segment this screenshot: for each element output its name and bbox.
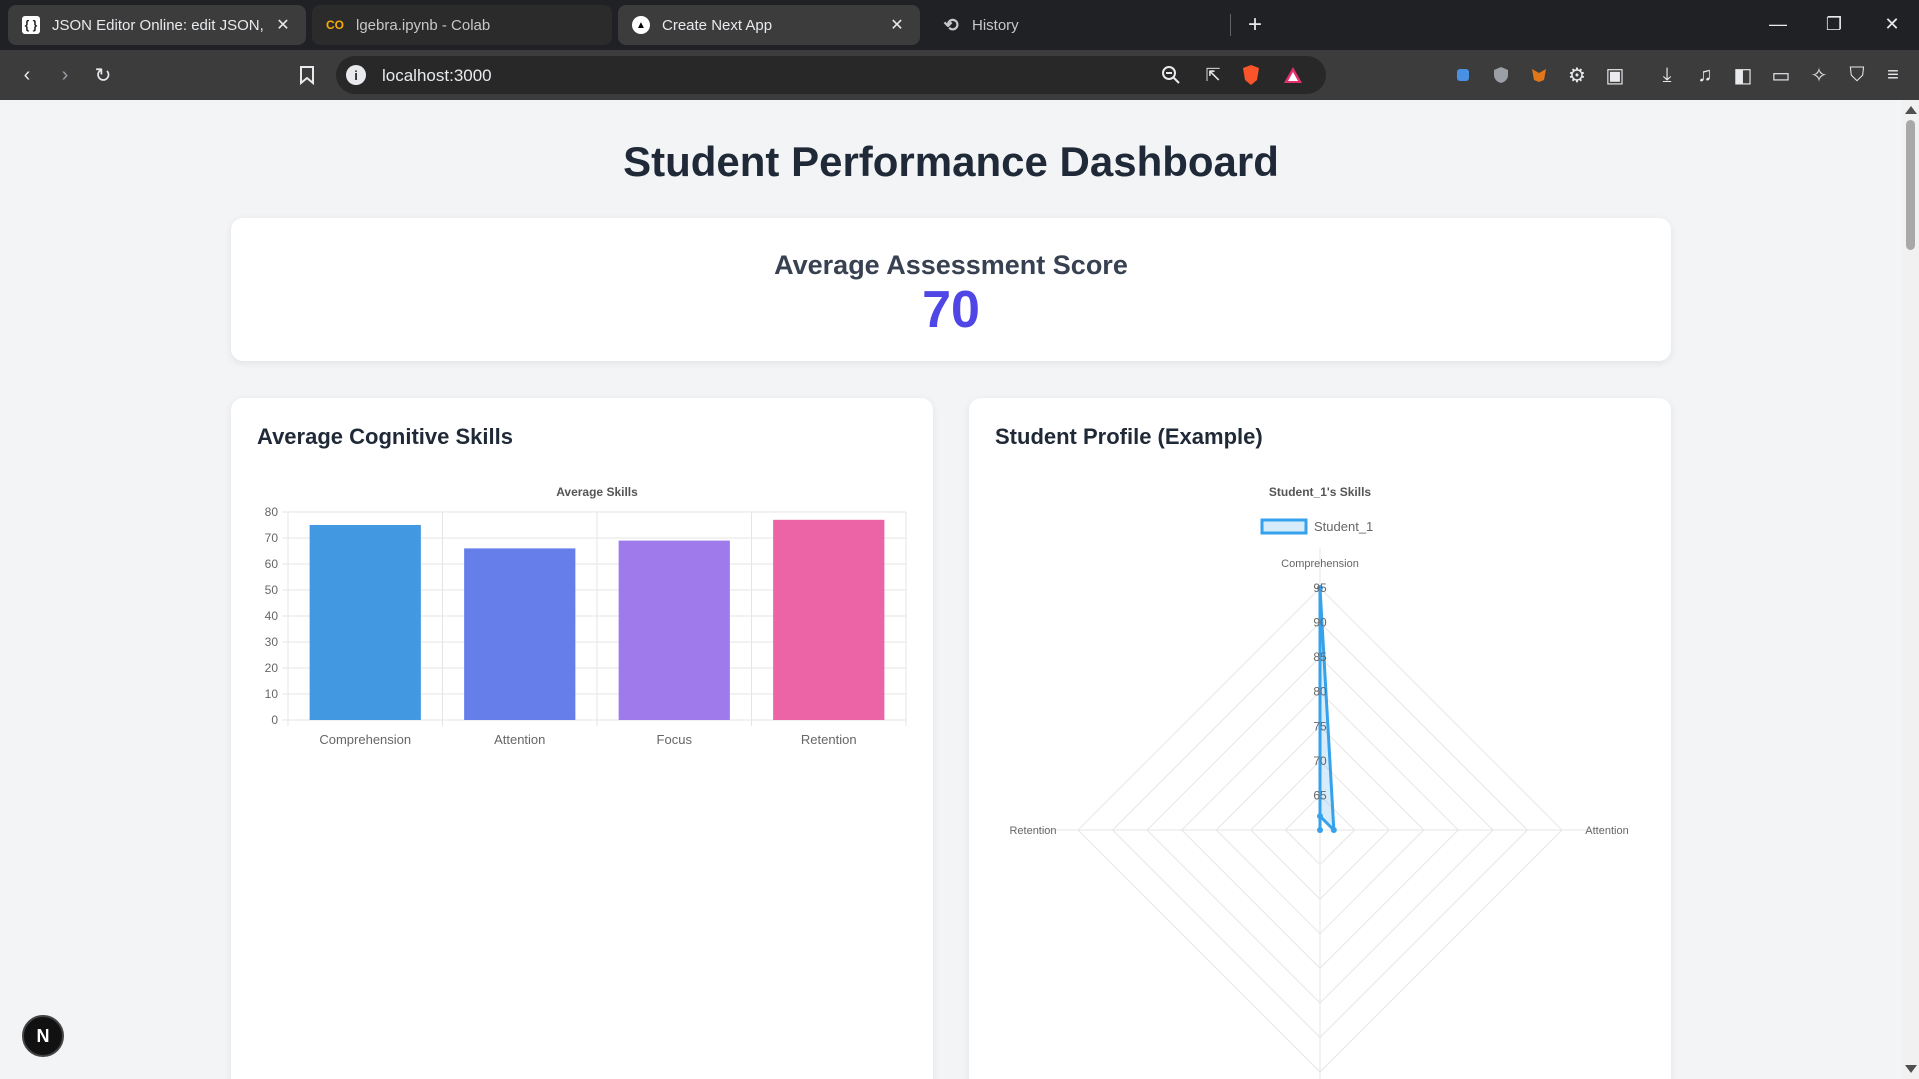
back-icon[interactable]: ‹ [12, 60, 42, 90]
bookmark-icon[interactable] [292, 60, 322, 90]
media-icon[interactable]: ♫ [1690, 60, 1720, 90]
reload-icon[interactable]: ↻ [88, 60, 118, 90]
brave-shields-icon[interactable] [1236, 60, 1266, 90]
radar-axis-label-comprehension: Comprehension [1281, 558, 1359, 570]
y-tick-label: 10 [265, 687, 279, 701]
card-title: Student Profile (Example) [995, 424, 1263, 449]
tab-strip: { } JSON Editor Online: edit JSON, fo ✕ … [0, 0, 1919, 50]
bar-retention [773, 519, 885, 720]
shield-extension-icon[interactable] [1486, 60, 1516, 90]
tab-title: JSON Editor Online: edit JSON, fo [52, 16, 266, 34]
radar-axis-label-attention: Attention [1585, 825, 1628, 837]
extensions-icon[interactable]: ⚙ [1562, 60, 1592, 90]
radar-point [1317, 813, 1323, 820]
vpn-icon[interactable]: ⛉ [1842, 60, 1872, 90]
extension-puzzle-blue-icon[interactable] [1448, 60, 1478, 90]
tab-title: History [972, 16, 1019, 34]
x-tick-label: Comprehension [319, 732, 411, 747]
card-title: Average Cognitive Skills [257, 424, 513, 449]
radial-tick-label: 80 [1313, 685, 1327, 699]
radial-tick-label: 90 [1313, 616, 1327, 630]
site-info-icon[interactable]: i [346, 65, 366, 85]
minimize-icon[interactable]: — [1758, 8, 1798, 40]
download-icon[interactable]: ⤓ [1652, 60, 1682, 90]
average-score-card: Average Assessment Score 70 [231, 218, 1671, 361]
metamask-fox-icon[interactable] [1524, 60, 1554, 90]
close-icon[interactable]: ✕ [274, 16, 292, 34]
cognitive-skills-card: Average Cognitive Skills Average Skills 0… [231, 398, 933, 1079]
tab-create-next-app[interactable]: ▲ Create Next App ✕ [618, 5, 920, 45]
page-title: Student Performance Dashboard [623, 138, 1279, 185]
bar-attention [464, 548, 576, 720]
history-icon: ⟲ [943, 14, 959, 35]
y-tick-label: 50 [265, 583, 279, 597]
close-window-icon[interactable]: ✕ [1872, 8, 1912, 40]
y-tick-label: 40 [265, 609, 279, 623]
x-tick-label: Retention [801, 732, 857, 747]
y-tick-label: 60 [265, 557, 279, 571]
address-bar[interactable]: i localhost:3000 ⇱ [336, 56, 1326, 94]
tab-history[interactable]: ⟲ History [928, 5, 1228, 45]
student-profile-card: Student Profile (Example) Student_1's Sk… [969, 398, 1671, 1079]
scroll-thumb[interactable] [1906, 120, 1915, 250]
y-tick-label: 30 [265, 635, 279, 649]
y-tick-label: 0 [271, 713, 278, 727]
score-value: 70 [922, 281, 980, 339]
tab-search-icon[interactable]: ▣ [1600, 60, 1630, 90]
tab-title: lgebra.ipynb - Colab [356, 16, 491, 34]
radial-tick-label: 70 [1313, 754, 1327, 768]
radial-tick-label: 95 [1313, 581, 1327, 595]
legend-swatch [1260, 518, 1308, 535]
wallet-icon[interactable]: ▭ [1766, 60, 1796, 90]
brave-rewards-icon[interactable] [1278, 60, 1308, 90]
nextjs-dev-indicator[interactable]: N [22, 1015, 64, 1057]
new-tab-icon[interactable]: + [1240, 10, 1270, 40]
y-tick-label: 80 [265, 505, 279, 519]
bar-comprehension [309, 525, 421, 720]
radial-tick-label: 65 [1313, 788, 1327, 802]
legend-label: Student_1 [1314, 519, 1373, 534]
tab-json-editor[interactable]: { } JSON Editor Online: edit JSON, fo ✕ [8, 5, 306, 45]
restore-icon[interactable]: ❐ [1814, 8, 1854, 40]
tab-colab[interactable]: CO lgebra.ipynb - Colab [312, 5, 612, 45]
page-scrollbar[interactable] [1902, 100, 1919, 1079]
score-label: Average Assessment Score [774, 250, 1128, 280]
forward-icon[interactable]: › [50, 60, 80, 90]
scroll-up-arrow-icon[interactable] [1905, 106, 1917, 114]
sidebar-icon[interactable]: ◧ [1728, 60, 1758, 90]
chart-title: Student_1's Skills [1269, 485, 1372, 499]
bar-chart: Average Skills 0 10 20 30 40 50 60 70 80 Comprehen… [265, 485, 907, 747]
zoom-icon[interactable] [1156, 60, 1186, 90]
x-tick-label: Attention [494, 732, 545, 747]
radar-point [1330, 827, 1337, 833]
vercel-triangle-icon: ▲ [632, 16, 650, 34]
url-text[interactable]: localhost:3000 [382, 66, 492, 86]
y-tick-label: 70 [265, 531, 279, 545]
close-icon[interactable]: ✕ [888, 16, 906, 34]
colab-icon: CO [326, 18, 344, 32]
tab-title: Create Next App [662, 16, 773, 34]
share-icon[interactable]: ⇱ [1198, 60, 1228, 90]
chart-title: Average Skills [556, 485, 638, 499]
page-content: Student Performance Dashboard Average As… [0, 100, 1902, 1079]
menu-icon[interactable]: ≡ [1878, 60, 1908, 90]
leo-ai-icon[interactable]: ✧ [1804, 60, 1834, 90]
x-tick-label: Focus [657, 732, 693, 747]
y-tick-label: 20 [265, 661, 279, 675]
radial-tick-label: 85 [1313, 650, 1327, 664]
radar-axis-label-retention: Retention [1009, 825, 1056, 837]
radial-tick-label: 75 [1313, 719, 1327, 733]
bar-focus [618, 540, 730, 720]
scroll-down-arrow-icon[interactable] [1905, 1065, 1917, 1073]
radar-chart: Student_1's Skills Student_1 65 70 75 80 85 90 9… [1009, 485, 1629, 1079]
radar-point [1317, 827, 1323, 833]
json-icon: { } [22, 16, 40, 34]
tab-separator [1230, 14, 1231, 36]
